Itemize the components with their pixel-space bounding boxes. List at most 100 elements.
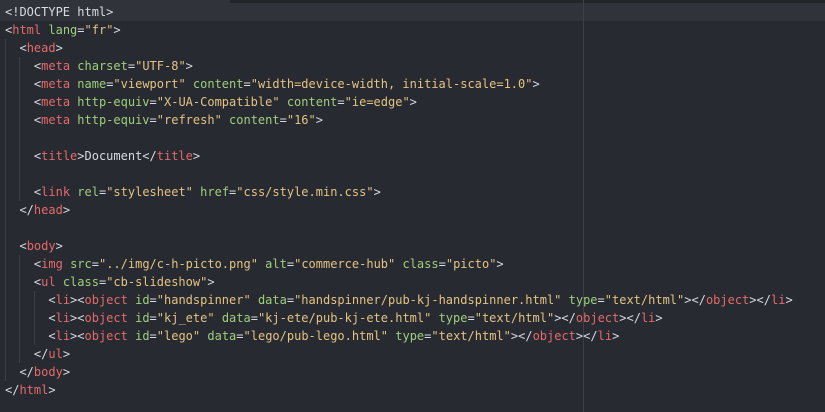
code-token-str: "UTF-8"	[135, 59, 186, 73]
code-token-str: "handspinner"	[156, 293, 251, 307]
code-token-tag: ul	[41, 275, 56, 289]
code-token-punct: >	[185, 59, 193, 73]
code-token-tag: meta	[41, 95, 71, 109]
code-token-punct: </	[33, 347, 49, 361]
code-token-tag: body	[26, 239, 56, 253]
code-token-attr: data	[221, 311, 251, 325]
code-token-punct: ><	[70, 311, 85, 325]
code-token-str: "viewport"	[113, 77, 186, 91]
code-token-punct: =	[467, 311, 475, 325]
code-token-tag: img	[41, 257, 63, 271]
code-token-punct: =	[286, 257, 295, 271]
code-token-str: "kj_ete"	[156, 311, 215, 325]
code-line: <!DOCTYPE html>	[5, 3, 793, 21]
code-token-punct: >	[62, 347, 71, 361]
code-token-tag: li	[55, 329, 71, 343]
code-token-tag: ul	[48, 347, 63, 361]
code-token-attr: id	[135, 293, 150, 307]
code-token-punct: >	[77, 149, 85, 163]
code-token-tag: li	[55, 293, 71, 307]
code-line: <head>	[5, 39, 793, 57]
code-token-tag: link	[41, 185, 71, 199]
code-token-attr: http-equiv	[77, 113, 150, 127]
code-token-str: "commerce-hub"	[294, 257, 396, 271]
code-token-str: "16"	[286, 113, 316, 127]
code-token-punct: <	[48, 293, 56, 307]
code-token-punct: >	[48, 383, 56, 397]
code-token-attr: class	[62, 275, 99, 289]
code-token-str: "lego"	[156, 329, 201, 343]
code-token-punct: >	[496, 257, 504, 271]
code-line: <link rel="stylesheet" href="css/style.m…	[5, 183, 793, 201]
code-line: <html lang="fr">	[5, 21, 793, 39]
code-token-punct: >	[532, 77, 540, 91]
code-token-punct: ></	[684, 293, 706, 307]
code-token-attr: name	[77, 77, 107, 91]
code-token-punct: >	[113, 23, 121, 37]
code-token-attr: content	[286, 95, 338, 109]
code-token-tag: head	[33, 203, 63, 217]
code-token-attr: http-equiv	[77, 95, 150, 109]
code-line: <li><object id="handspinner" data="hands…	[5, 291, 793, 309]
code-line: <title>Document</title>	[5, 147, 793, 165]
code-token-punct: =	[77, 23, 85, 37]
code-token-doctype: <!DOCTYPE html>	[5, 5, 114, 19]
code-line: </html>	[5, 381, 793, 399]
code-line: <meta charset="UTF-8">	[5, 57, 793, 75]
code-token-str: "X-UA-Compatible"	[156, 95, 280, 109]
code-token-attr: src	[70, 257, 92, 271]
code-token-punct: >	[655, 311, 663, 325]
code-token-attr: class	[402, 257, 439, 271]
code-token-tag: object	[84, 329, 128, 343]
code-token-str: "text/html"	[604, 293, 685, 307]
code-editor[interactable]: <!DOCTYPE html> <html lang="fr"> <head> <…	[0, 0, 825, 412]
code-token-punct: =	[279, 113, 287, 127]
code-token-tag: object	[532, 329, 576, 343]
code-token-str: "kj-ete/pub-kj-ete.html"	[257, 311, 432, 325]
code-token-tag: object	[84, 293, 128, 307]
code-token-tag: html	[19, 383, 49, 397]
code-token-punct: >	[62, 365, 71, 379]
code-token-tag: li	[770, 293, 786, 307]
code-token-punct: >	[785, 293, 793, 307]
code-line: <meta http-equiv="refresh" content="16">	[5, 111, 793, 129]
code-token-str: "lego/pub-lego.html"	[243, 329, 389, 343]
code-token-tag: html	[12, 23, 42, 37]
code-token-attr: id	[135, 329, 150, 343]
code-token-punct: =	[149, 113, 157, 127]
code-token-str: "fr"	[84, 23, 114, 37]
code-token-attr: content	[229, 113, 280, 127]
code-token-punct: =	[149, 329, 157, 343]
code-token-punct: ></	[749, 293, 771, 307]
code-token-punct: >	[612, 329, 620, 343]
code-token-tag: meta	[41, 59, 71, 73]
code-token-str: "picto"	[445, 257, 497, 271]
code-token-punct: >	[315, 113, 323, 127]
code-area[interactable]: <!DOCTYPE html> <html lang="fr"> <head> <…	[5, 3, 793, 399]
code-token-punct: ></	[619, 311, 641, 325]
code-token-punct: >	[373, 185, 381, 199]
code-token-punct: <	[48, 329, 56, 343]
code-token-tag: meta	[41, 113, 71, 127]
code-token-str: "width=device-width, initial-scale=1.0"	[250, 77, 533, 91]
code-token-tag: object	[84, 311, 128, 325]
code-token-attr: rel	[77, 185, 99, 199]
